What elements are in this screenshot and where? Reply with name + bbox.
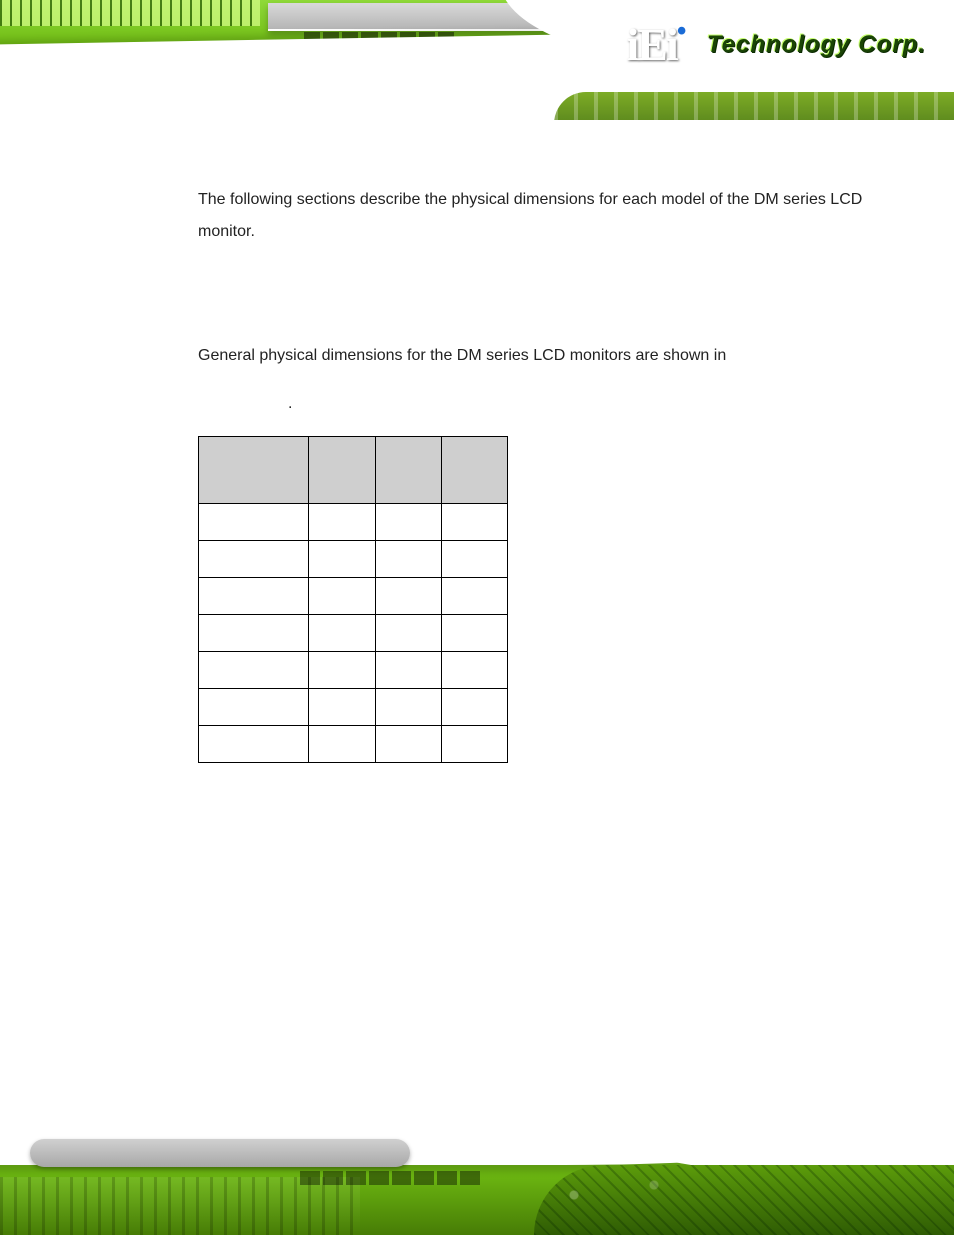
table-row	[199, 652, 508, 689]
table-cell	[199, 578, 309, 615]
table-header-row	[199, 437, 508, 504]
table-header-cell	[441, 437, 507, 504]
table-cell	[309, 652, 375, 689]
table-row	[199, 615, 508, 652]
registered-symbol: ®	[691, 49, 701, 65]
table-cell	[309, 504, 375, 541]
table-cell	[309, 541, 375, 578]
table-row	[199, 504, 508, 541]
table-header-cell	[199, 437, 309, 504]
table-cell	[309, 726, 375, 763]
page-header-band: iEi• ® Technology Corp.	[0, 0, 954, 120]
sentence-period: .	[288, 388, 878, 420]
table-cell	[441, 615, 507, 652]
footer-circuit-decor-left	[0, 1177, 360, 1235]
table-header-cell	[375, 437, 441, 504]
table-cell	[441, 541, 507, 578]
brand-logo-text: Technology Corp.	[707, 31, 926, 59]
header-circuit-decor-right	[554, 92, 954, 120]
table-cell	[375, 578, 441, 615]
table-header-cell	[309, 437, 375, 504]
footer-tick-marks	[300, 1171, 480, 1185]
table-cell	[441, 726, 507, 763]
table-cell	[441, 504, 507, 541]
table-row	[199, 689, 508, 726]
dimensions-lead-paragraph: General physical dimensions for the DM s…	[198, 340, 878, 372]
table-row	[199, 541, 508, 578]
table-cell	[199, 652, 309, 689]
header-circuit-decor-left	[0, 0, 260, 26]
table-cell	[375, 504, 441, 541]
table-cell	[375, 726, 441, 763]
table-cell	[375, 652, 441, 689]
table-cell	[309, 689, 375, 726]
table-cell	[199, 689, 309, 726]
footer-circuit-decor-right	[534, 1165, 954, 1235]
table-cell	[199, 504, 309, 541]
brand-logo-block: iEi• ® Technology Corp.	[627, 18, 927, 71]
table-cell	[199, 726, 309, 763]
footer-grey-bar	[30, 1139, 410, 1167]
table-cell	[441, 689, 507, 726]
table-cell	[375, 689, 441, 726]
dimensions-table	[198, 436, 508, 763]
table-cell	[441, 652, 507, 689]
table-cell	[199, 541, 309, 578]
table-cell	[375, 541, 441, 578]
table-cell	[375, 615, 441, 652]
table-row	[199, 726, 508, 763]
table-cell	[309, 615, 375, 652]
intro-paragraph: The following sections describe the phys…	[198, 184, 878, 248]
table-cell	[199, 615, 309, 652]
page-content: The following sections describe the phys…	[198, 168, 878, 763]
table-cell	[441, 578, 507, 615]
table-row	[199, 578, 508, 615]
table-cell	[309, 578, 375, 615]
page-footer-band	[0, 1105, 954, 1235]
brand-logo-mark: iEi•	[627, 18, 685, 71]
